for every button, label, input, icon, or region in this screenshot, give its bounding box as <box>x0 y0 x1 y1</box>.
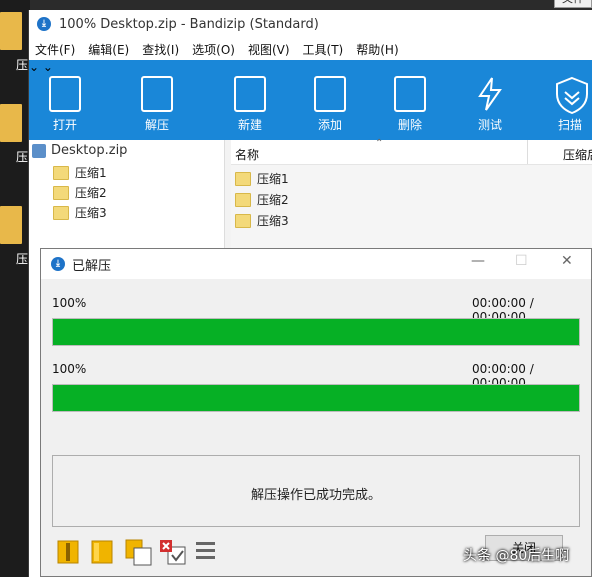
column-divider[interactable] <box>527 140 528 164</box>
desktop-icon-label: 压 <box>16 252 29 266</box>
scan-label: 扫描 <box>557 118 582 132</box>
maximize-icon: ☐ <box>515 253 528 269</box>
folder-icon <box>0 104 22 142</box>
delete-button[interactable]: 删除 <box>382 60 438 140</box>
open-archive-icon[interactable] <box>57 539 79 568</box>
zip-icon <box>32 143 46 158</box>
menu-edit[interactable]: 编辑(E) <box>88 41 129 58</box>
tree-item-label: 压缩2 <box>75 186 107 200</box>
folder-icon <box>53 205 69 220</box>
tree-item[interactable]: 压缩3 <box>53 204 107 221</box>
title-bar: ⤓ 100% Desktop.zip - Bandizip (Standard) <box>29 10 592 38</box>
extract-dialog: ⤓ 已解压 — ☐ ✕ 100% 00:00:00 / 00:00:00 100… <box>40 248 592 577</box>
test-button[interactable]: 测试 <box>462 60 518 140</box>
open-folder-icon[interactable] <box>91 539 113 568</box>
progress-fill-2 <box>53 385 579 411</box>
menu-help[interactable]: 帮助(H) <box>356 41 398 58</box>
menu-file[interactable]: 文件(F) <box>35 41 75 58</box>
new-archive-icon <box>234 76 266 112</box>
scan-button[interactable]: 扫描 <box>542 60 592 140</box>
folder-tree: Desktop.zip 压缩1 压缩2 压缩3 <box>29 140 225 260</box>
dialog-title-bar: ⤓ 已解压 — ☐ ✕ <box>41 249 591 279</box>
status-message: 解压操作已成功完成。 <box>250 488 381 503</box>
tree-item-label: 压缩1 <box>75 166 107 180</box>
column-compressed[interactable]: 压缩后 <box>563 146 592 163</box>
lightning-icon <box>474 76 506 112</box>
background-window: 文件 <box>30 0 592 10</box>
folder-icon <box>235 171 251 186</box>
content-panes: Desktop.zip 压缩1 压缩2 压缩3 名称 ⌃ 压缩后 <box>29 138 592 261</box>
extract-label: 解压 <box>144 118 169 132</box>
menu-find[interactable]: 查找(I) <box>142 41 179 58</box>
add-file-icon <box>314 76 346 112</box>
menu-bar: 文件(F) 编辑(E) 查找(I) 选项(O) 视图(V) 工具(T) 帮助(H… <box>29 38 592 60</box>
bandizip-icon: ⤓ <box>37 17 51 31</box>
menu-tools[interactable]: 工具(T) <box>303 41 344 58</box>
progress-bar-1 <box>52 318 580 346</box>
copy-files-icon[interactable] <box>125 539 153 570</box>
test-label: 测试 <box>477 118 502 132</box>
list-header: 名称 ⌃ 压缩后 <box>231 138 592 165</box>
toolbar: 打开 ⌄ 解压 ⌄ 新建 添加 删除 测试 扫描 <box>29 60 592 140</box>
column-name[interactable]: 名称 <box>235 146 259 163</box>
folder-icon <box>235 213 251 228</box>
open-icon <box>49 76 81 112</box>
list-item-label: 压缩1 <box>257 172 289 186</box>
delete-label: 删除 <box>397 118 422 132</box>
watermark: 头条 @80后生啊 <box>463 548 570 564</box>
folder-icon <box>235 192 251 207</box>
desktop-icon-label: 压 <box>16 150 29 164</box>
background-tab[interactable]: 文件 <box>554 0 592 8</box>
folder-icon <box>0 206 22 244</box>
extract-button[interactable]: 解压 <box>129 60 185 140</box>
desktop-icon-label: 压 <box>16 58 29 72</box>
message-box: 解压操作已成功完成。 <box>52 455 580 527</box>
progress-fill-1 <box>53 319 579 345</box>
open-label: 打开 <box>52 118 77 132</box>
menu-icon[interactable] <box>195 539 217 566</box>
progress2-percent: 100% <box>52 362 87 376</box>
minimize-icon[interactable]: — <box>471 253 485 269</box>
menu-view[interactable]: 视图(V) <box>248 41 290 58</box>
progress1-percent: 100% <box>52 296 87 310</box>
add-button[interactable]: 添加 <box>302 60 358 140</box>
open-button[interactable]: 打开 <box>37 60 93 140</box>
tree-item[interactable]: 压缩1 <box>53 164 107 181</box>
list-item[interactable]: 压缩3 <box>235 212 289 229</box>
tree-root[interactable]: Desktop.zip <box>32 143 127 158</box>
list-item-label: 压缩3 <box>257 214 289 228</box>
folder-icon <box>53 165 69 180</box>
list-item[interactable]: 压缩1 <box>235 170 289 187</box>
menu-options[interactable]: 选项(O) <box>192 41 235 58</box>
add-label: 添加 <box>317 118 342 132</box>
tree-item[interactable]: 压缩2 <box>53 184 107 201</box>
file-list: 名称 ⌃ 压缩后 压缩1 压缩2 压缩3 <box>231 138 592 261</box>
list-item-label: 压缩2 <box>257 193 289 207</box>
list-body: 压缩1 压缩2 压缩3 <box>231 165 592 261</box>
tree-item-label: 压缩3 <box>75 206 107 220</box>
window-title: 100% Desktop.zip - Bandizip (Standard) <box>59 16 319 32</box>
close-icon[interactable]: ✕ <box>561 253 573 269</box>
extract-icon <box>141 76 173 112</box>
progress-bar-2 <box>52 384 580 412</box>
new-label: 新建 <box>237 118 262 132</box>
folder-icon <box>53 185 69 200</box>
tree-root-label: Desktop.zip <box>51 143 128 158</box>
list-item[interactable]: 压缩2 <box>235 191 289 208</box>
delete-file-icon <box>394 76 426 112</box>
delete-archive-icon[interactable] <box>159 539 187 570</box>
new-button[interactable]: 新建 <box>222 60 278 140</box>
shield-icon <box>554 76 588 115</box>
dialog-title: 已解压 <box>72 258 112 274</box>
folder-icon <box>0 12 22 50</box>
sort-up-icon: ⌃ <box>375 138 384 149</box>
bandizip-icon: ⤓ <box>51 257 65 271</box>
